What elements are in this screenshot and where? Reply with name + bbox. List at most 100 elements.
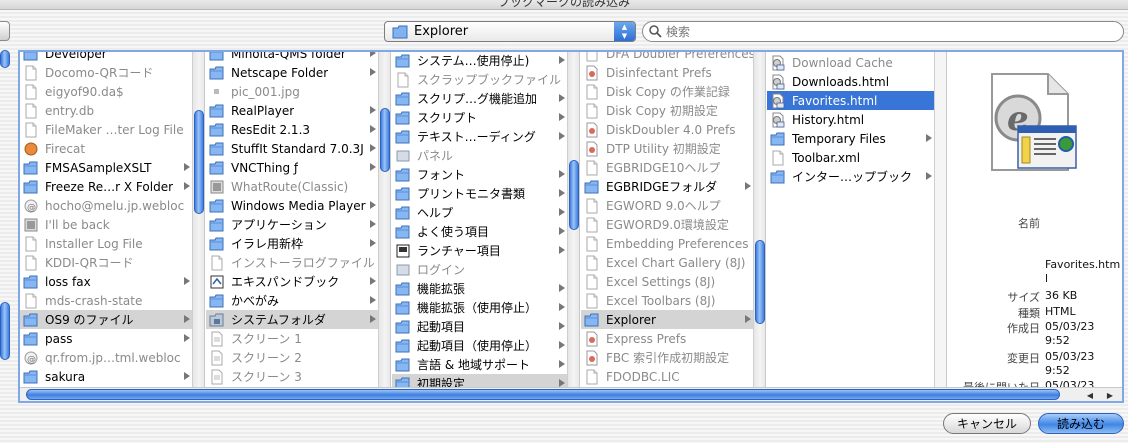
list-item[interactable]: Firecat: [20, 139, 192, 158]
cancel-button[interactable]: キャンセル: [943, 413, 1031, 434]
location-popup[interactable]: Explorer ▲ ▼: [384, 21, 636, 42]
list-item[interactable]: FMSASampleXSLT: [20, 158, 192, 177]
list-item[interactable]: pic_001.jpg: [206, 82, 378, 101]
list-item[interactable]: Installer Log File: [20, 234, 192, 253]
list-item[interactable]: よく使う項目: [392, 222, 567, 241]
list-item[interactable]: Toolbar.xml: [767, 148, 934, 167]
sidebar-toggle-button[interactable]: [0, 21, 10, 41]
list-item[interactable]: ランチャー項目: [392, 241, 567, 260]
list-item[interactable]: アプリケーション: [206, 215, 378, 234]
list-item[interactable]: StuffIt Standard 7.0.3J: [206, 139, 378, 158]
list-item[interactable]: I'll be back: [20, 215, 192, 234]
list-item[interactable]: システム…使用停止): [392, 52, 567, 70]
column-scrollbar[interactable]: [378, 52, 390, 387]
column-scrollbar[interactable]: [567, 52, 579, 387]
list-item[interactable]: Netscape Folder: [206, 63, 378, 82]
list-item[interactable]: DiskDoubler 4.0 Prefs: [581, 120, 753, 139]
list-item[interactable]: スクリプ…グ機能追加: [392, 89, 567, 108]
list-item[interactable]: Disk Copy 初期設定: [581, 101, 753, 120]
list-item[interactable]: スクリーン 2: [206, 348, 378, 367]
list-item[interactable]: テキスト…ーディング: [392, 127, 567, 146]
list-item[interactable]: VNCThing ƒ: [206, 158, 378, 177]
list-item[interactable]: EGWORD 9.0ヘルプ: [581, 196, 753, 215]
list-item[interactable]: Disk Copy の作業記録: [581, 82, 753, 101]
list-item[interactable]: entry.db: [20, 101, 192, 120]
list-item[interactable]: EGBRIDGEフォルダ: [581, 177, 753, 196]
list-item[interactable]: Excel Toolbars (8J): [581, 291, 753, 310]
list-item[interactable]: eigyof90.da$: [20, 82, 192, 101]
list-item[interactable]: 機能拡張（使用停止）: [392, 298, 567, 317]
list-item[interactable]: プリントモニタ書類: [392, 184, 567, 203]
list-item[interactable]: インストーラログファイル: [206, 253, 378, 272]
list-item[interactable]: フォント: [392, 165, 567, 184]
list-item[interactable]: 言語 & 地域サポート: [392, 355, 567, 374]
list-item[interactable]: Favorites.html: [767, 91, 934, 110]
list-item[interactable]: FileMaker …ter Log File: [20, 120, 192, 139]
list-item[interactable]: KDDI-QRコード: [20, 253, 192, 272]
list-item[interactable]: Minolta-QMS folder: [206, 52, 378, 63]
list-item[interactable]: Excel Settings (8J): [581, 272, 753, 291]
list-item[interactable]: 起動項目: [392, 317, 567, 336]
scroll-right-icon[interactable]: ▶: [1107, 391, 1113, 400]
list-item[interactable]: Disinfectant Prefs: [581, 63, 753, 82]
horizontal-scroll-thumb[interactable]: [26, 389, 1060, 400]
list-item[interactable]: Temporary Files: [767, 129, 934, 148]
list-item[interactable]: FDODBC.LIC: [581, 367, 753, 386]
scroll-thumb[interactable]: [380, 108, 390, 172]
list-item[interactable]: DTP Utility 初期設定: [581, 139, 753, 158]
list-item[interactable]: Windows Media Player: [206, 196, 378, 215]
list-item[interactable]: OS9 のファイル: [20, 310, 192, 329]
list-item[interactable]: pass: [20, 329, 192, 348]
list-item[interactable]: エキスパンドブック: [206, 272, 378, 291]
list-item[interactable]: RealPlayer: [206, 101, 378, 120]
scroll-thumb[interactable]: [194, 110, 204, 214]
list-item[interactable]: Excel Chart Gallery (8J): [581, 253, 753, 272]
list-item[interactable]: EGBRIDGE10ヘルプ: [581, 158, 753, 177]
list-item[interactable]: @ hocho@melu.jp.webloc: [20, 196, 192, 215]
list-item[interactable]: Developer: [20, 52, 192, 63]
list-item[interactable]: Freeze Re…r X Folder: [20, 177, 192, 196]
left-scroll-thumb-bottom[interactable]: [0, 302, 10, 360]
left-scroll-thumb-top[interactable]: [0, 50, 10, 68]
search-input[interactable]: [666, 24, 1106, 39]
list-item[interactable]: sakura: [20, 367, 192, 386]
list-item[interactable]: スクリーン 1: [206, 329, 378, 348]
list-item[interactable]: システムフォルダ: [206, 310, 378, 329]
list-item[interactable]: DFA Doubler Preferences: [581, 52, 753, 63]
list-item[interactable]: ログイン: [392, 260, 567, 279]
list-item[interactable]: 機能拡張: [392, 279, 567, 298]
scroll-thumb[interactable]: [755, 240, 765, 324]
list-item[interactable]: スクリプト: [392, 108, 567, 127]
list-item[interactable]: スクリーン 3: [206, 367, 378, 386]
list-item[interactable]: WhatRoute(Classic): [206, 177, 378, 196]
list-item[interactable]: FBC 索引作成初期設定: [581, 348, 753, 367]
scroll-left-icon[interactable]: ◀: [1087, 391, 1093, 400]
list-item[interactable]: EGWORD9.0環境設定: [581, 215, 753, 234]
list-item[interactable]: 起動項目（使用停止）: [392, 336, 567, 355]
list-item[interactable]: ResEdit 2.1.3: [206, 120, 378, 139]
list-item[interactable]: 初期設定: [392, 374, 567, 387]
column-scrollbar[interactable]: [934, 52, 946, 387]
list-item[interactable]: かべがみ: [206, 291, 378, 310]
scroll-arrows[interactable]: ◀ ▶: [1080, 389, 1120, 401]
column-scrollbar[interactable]: [753, 52, 765, 387]
list-item[interactable]: History.html: [767, 110, 934, 129]
list-item[interactable]: Embedding Preferences: [581, 234, 753, 253]
horizontal-scrollbar[interactable]: ◀ ▶: [20, 387, 1122, 401]
search-field[interactable]: [642, 21, 1124, 42]
open-button[interactable]: 読み込む: [1038, 413, 1124, 434]
column-scrollbar[interactable]: [192, 52, 204, 387]
list-item[interactable]: mds-crash-state: [20, 291, 192, 310]
list-item[interactable]: Express Prefs: [581, 329, 753, 348]
list-item[interactable]: Explorer: [581, 310, 753, 329]
list-item[interactable]: ヘルプ: [392, 203, 567, 222]
list-item[interactable]: スクラップブックファイル: [392, 70, 567, 89]
list-item[interactable]: Download Cache: [767, 53, 934, 72]
list-item[interactable]: イラレ用新枠: [206, 234, 378, 253]
list-item[interactable]: loss fax: [20, 272, 192, 291]
list-item[interactable]: インター…ップブック: [767, 167, 934, 186]
list-item[interactable]: パネル: [392, 146, 567, 165]
list-item[interactable]: @ qr.from.jp…tml.webloc: [20, 348, 192, 367]
scroll-thumb[interactable]: [569, 160, 579, 230]
list-item[interactable]: Docomo-QRコード: [20, 63, 192, 82]
